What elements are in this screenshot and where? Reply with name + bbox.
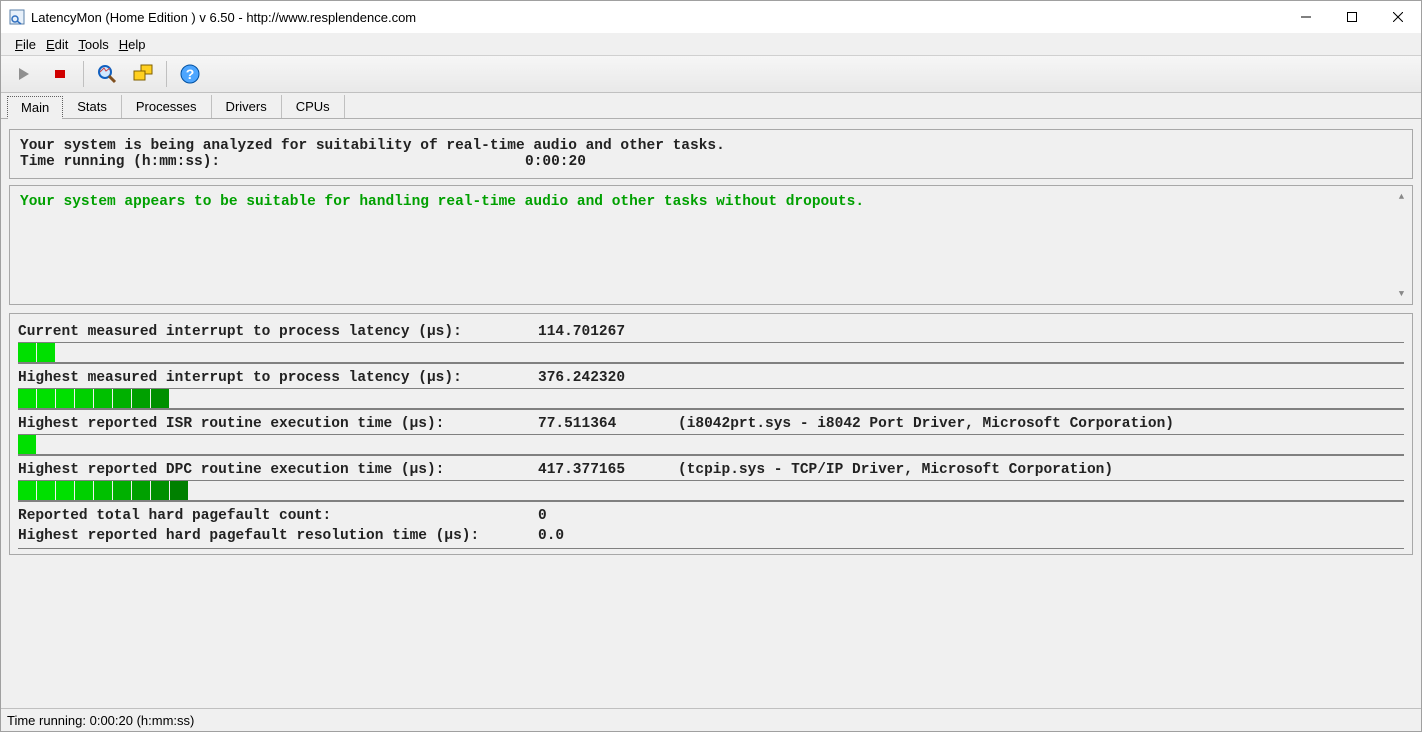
time-running-value: 0:00:20 (525, 154, 586, 170)
menu-help[interactable]: Help (119, 37, 146, 52)
magnifier-icon (96, 63, 118, 85)
status-message: Your system appears to be suitable for h… (20, 194, 1402, 210)
tab-cpus[interactable]: CPUs (282, 95, 345, 118)
menu-tools[interactable]: Tools (78, 37, 108, 52)
metric-pagefault-count-value: 0 (538, 508, 678, 524)
window-title: LatencyMon (Home Edition ) v 6.50 - http… (31, 10, 1283, 25)
metric-pagefault-count-label: Reported total hard pagefault count: (18, 508, 538, 524)
metric-highest-latency-label: Highest measured interrupt to process la… (18, 370, 538, 386)
toolbar: ? (1, 55, 1421, 93)
statusbar: Time running: 0:00:20 (h:mm:ss) (1, 708, 1421, 731)
menubar: File Edit Tools Help (1, 33, 1421, 55)
minimize-button[interactable] (1283, 1, 1329, 33)
stop-icon (53, 67, 67, 81)
play-button[interactable] (9, 59, 39, 89)
close-button[interactable] (1375, 1, 1421, 33)
tab-stats[interactable]: Stats (63, 95, 122, 118)
metric-dpc-label: Highest reported DPC routine execution t… (18, 462, 538, 478)
tab-drivers[interactable]: Drivers (212, 95, 282, 118)
progress-dpc (18, 480, 1404, 502)
metric-isr-label: Highest reported ISR routine execution t… (18, 416, 538, 432)
progress-isr (18, 434, 1404, 456)
screens-icon (132, 63, 154, 85)
metric-isr-value: 77.511364 (538, 416, 678, 432)
maximize-icon (1347, 12, 1357, 22)
metric-dpc-value: 417.377165 (538, 462, 678, 478)
metric-isr-detail: (i8042prt.sys - i8042 Port Driver, Micro… (678, 416, 1404, 432)
metric-pagefault-time-label: Highest reported hard pagefault resoluti… (18, 528, 538, 544)
analyze-button[interactable] (92, 59, 122, 89)
metric-pagefault-time-value: 0.0 (538, 528, 678, 544)
help-button[interactable]: ? (175, 59, 205, 89)
analysis-message: Your system is being analyzed for suitab… (20, 138, 1402, 154)
computers-button[interactable] (128, 59, 158, 89)
metrics-panel: Current measured interrupt to process la… (9, 313, 1413, 555)
tab-processes[interactable]: Processes (122, 95, 212, 118)
menu-file[interactable]: File (15, 37, 36, 52)
header-panel: Your system is being analyzed for suitab… (9, 129, 1413, 179)
progress-current-latency (18, 342, 1404, 364)
tab-bar: Main Stats Processes Drivers CPUs (1, 93, 1421, 119)
help-icon: ? (179, 63, 201, 85)
svg-text:?: ? (186, 66, 195, 82)
play-icon (16, 66, 32, 82)
minimize-icon (1301, 12, 1311, 22)
status-panel: Your system appears to be suitable for h… (9, 185, 1413, 305)
progress-pagefault (18, 548, 1404, 552)
maximize-button[interactable] (1329, 1, 1375, 33)
metric-highest-latency-value: 376.242320 (538, 370, 678, 386)
tab-main[interactable]: Main (7, 96, 63, 119)
toolbar-separator (166, 61, 167, 87)
toolbar-separator (83, 61, 84, 87)
main-content: Your system is being analyzed for suitab… (1, 119, 1421, 708)
metric-dpc-detail: (tcpip.sys - TCP/IP Driver, Microsoft Co… (678, 462, 1404, 478)
stop-button[interactable] (45, 59, 75, 89)
metric-current-latency-label: Current measured interrupt to process la… (18, 324, 538, 340)
metric-current-latency-value: 114.701267 (538, 324, 678, 340)
scroll-down-button[interactable]: ▼ (1393, 285, 1410, 302)
titlebar: LatencyMon (Home Edition ) v 6.50 - http… (1, 1, 1421, 33)
menu-edit[interactable]: Edit (46, 37, 68, 52)
scroll-up-button[interactable]: ▲ (1393, 188, 1410, 205)
time-running-label: Time running (h:mm:ss): (20, 154, 525, 170)
progress-highest-latency (18, 388, 1404, 410)
statusbar-text: Time running: 0:00:20 (h:mm:ss) (7, 713, 194, 728)
app-icon (9, 9, 25, 25)
close-icon (1393, 12, 1403, 22)
